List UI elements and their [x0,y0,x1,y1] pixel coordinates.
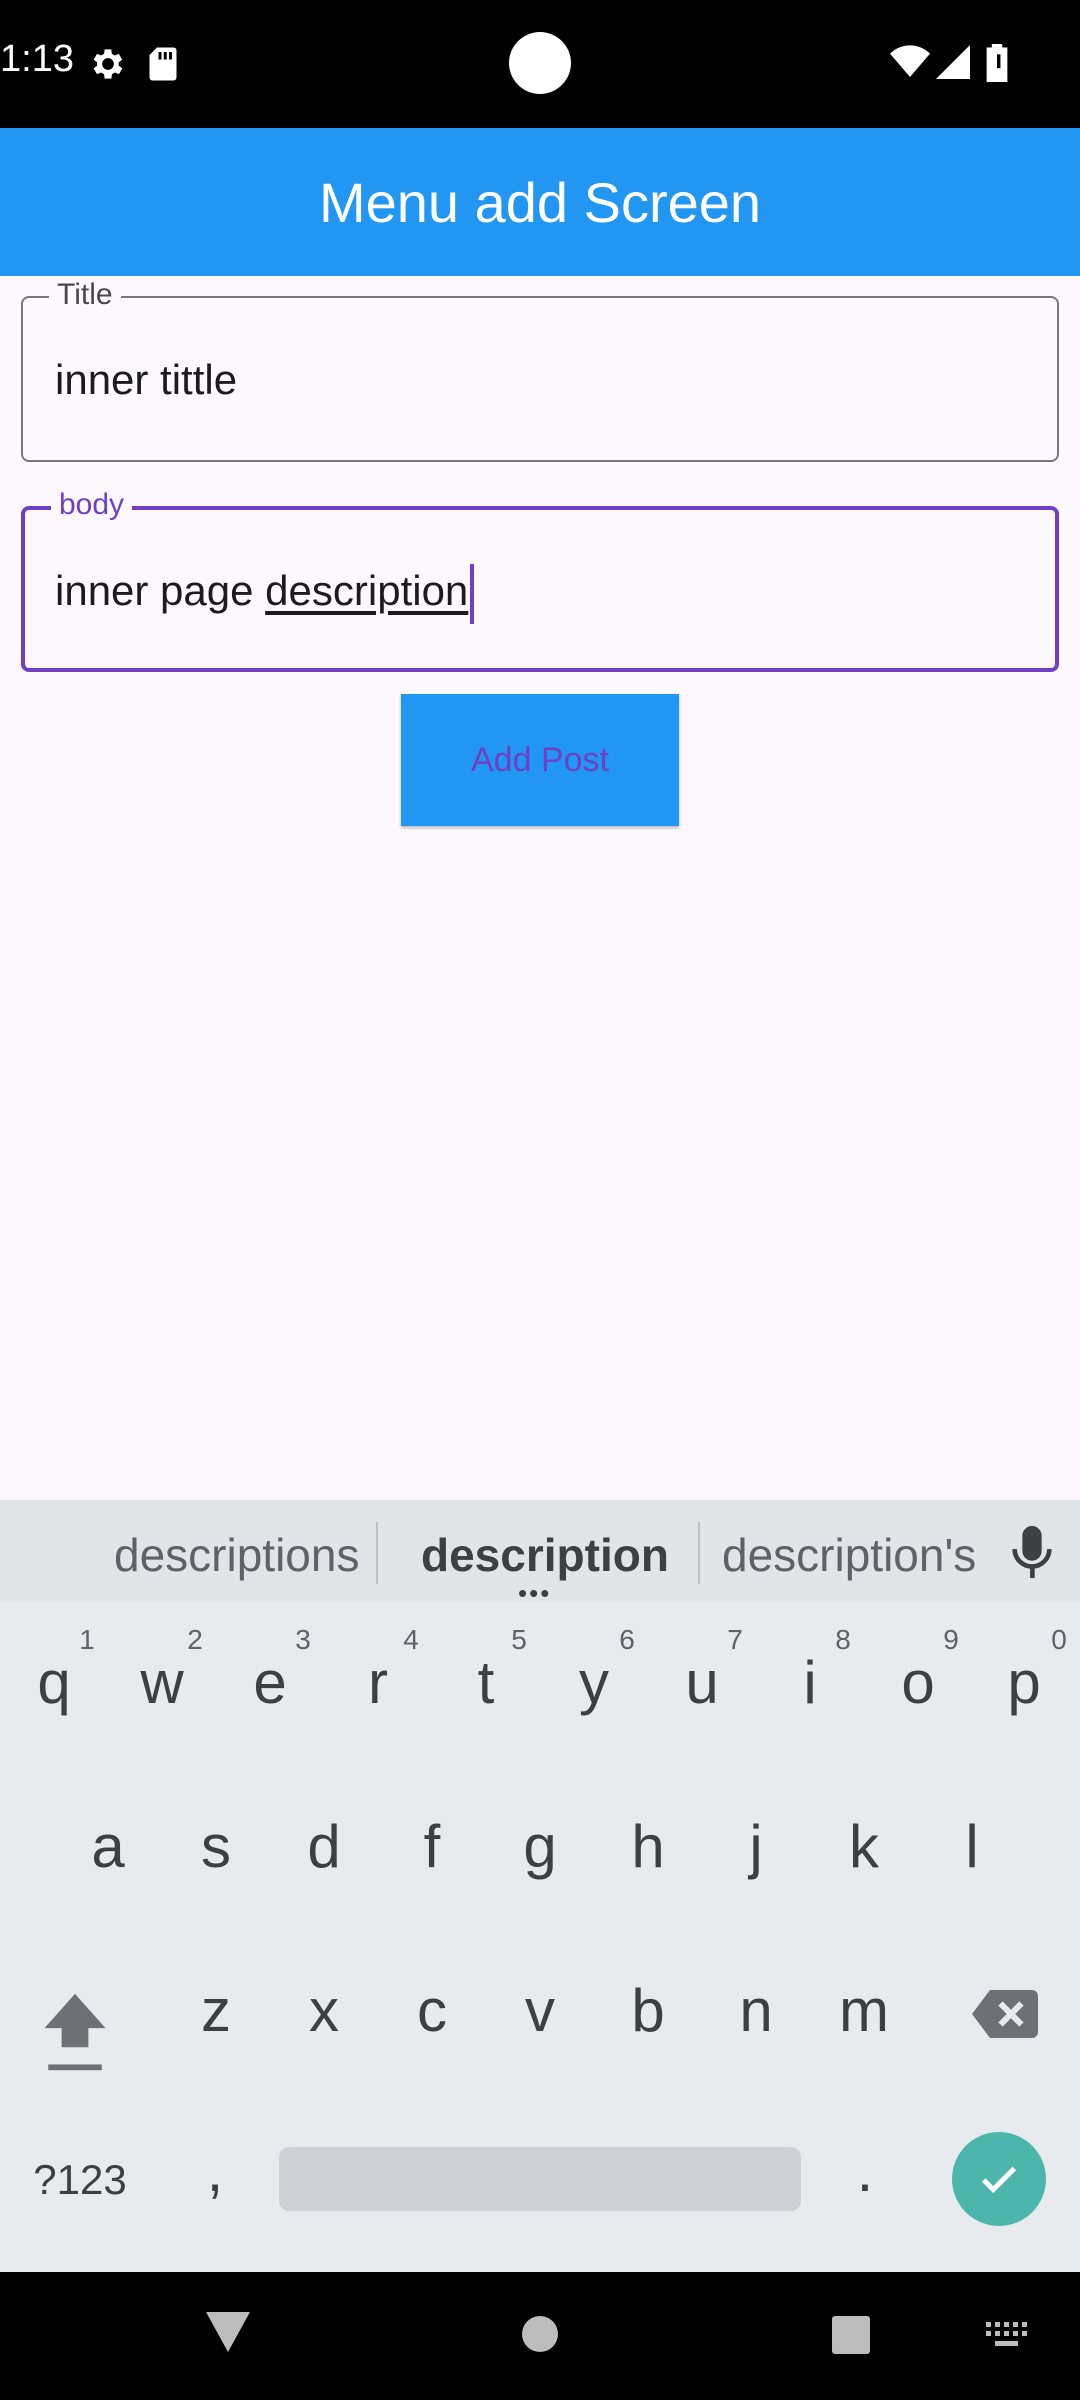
text-cursor [470,564,475,624]
camera-cutout [509,32,571,94]
key-w[interactable]: w [112,1648,212,1717]
comma-key[interactable]: , [170,2136,260,2205]
key-g[interactable]: g [490,1812,590,1881]
key-p[interactable]: p [974,1648,1074,1717]
key-f[interactable]: f [382,1812,482,1881]
backspace-icon[interactable] [972,1990,1038,2038]
key-e[interactable]: e [220,1648,320,1717]
keyboard-switch-icon[interactable] [986,2322,1028,2348]
more-suggestions-dots[interactable]: ••• [518,1580,551,1606]
key-a[interactable]: a [58,1812,158,1881]
key-y[interactable]: y [544,1648,644,1717]
settings-gear-icon [93,49,123,79]
symbols-key[interactable]: ?123 [20,2156,140,2204]
app-bar: Menu add Screen [0,128,1080,276]
key-l[interactable]: l [922,1812,1022,1881]
enter-button[interactable] [952,2132,1046,2226]
status-time: 1:13 [0,38,74,80]
title-field-label: Title [49,278,121,312]
suggestion-divider [376,1522,378,1584]
key-c[interactable]: c [382,1976,482,2045]
sd-card-icon [149,47,177,81]
body-field-composing-text: description [265,567,469,615]
navigation-bar [0,2272,1080,2400]
title-field-value: inner tittle [55,356,238,403]
key-b[interactable]: b [598,1976,698,2045]
key-u[interactable]: u [652,1648,752,1717]
suggestion-left[interactable]: descriptions [114,1528,359,1582]
wifi-icon [890,45,930,77]
key-q[interactable]: q [4,1648,104,1717]
cell-signal-icon [936,45,970,79]
key-x[interactable]: x [274,1976,374,2045]
key-k[interactable]: k [814,1812,914,1881]
body-field-label: body [51,488,133,522]
screen: 1:13 Menu add Screen Title inner tittle … [0,0,1080,2400]
key-i[interactable]: i [760,1648,860,1717]
key-d[interactable]: d [274,1812,374,1881]
suggestion-divider [698,1522,700,1584]
key-h[interactable]: h [598,1812,698,1881]
body-field-text: inner page [55,567,266,615]
body-field[interactable]: body inner page description [21,488,1059,672]
key-r[interactable]: r [328,1648,428,1717]
period-key[interactable]: . [820,2136,910,2205]
key-o[interactable]: o [868,1648,968,1717]
soft-keyboard: descriptions description ••• description… [0,1500,1080,2272]
page-title: Menu add Screen [318,170,762,234]
back-icon[interactable] [206,2312,250,2352]
key-m[interactable]: m [814,1976,914,2045]
title-field[interactable]: Title inner tittle [21,278,1059,462]
body-field-value: inner page description [55,564,475,624]
key-n[interactable]: n [706,1976,806,2045]
key-z[interactable]: z [166,1976,266,2045]
recents-icon[interactable] [832,2316,870,2354]
key-s[interactable]: s [166,1812,266,1881]
checkmark-icon [981,2166,1017,2194]
microphone-icon[interactable] [1012,1526,1052,1580]
shift-icon[interactable] [40,1990,110,2074]
home-icon[interactable] [522,2316,558,2352]
space-bar[interactable] [279,2147,801,2211]
suggestion-strip: descriptions description ••• description… [0,1500,1080,1606]
add-post-button[interactable]: Add Post [401,694,679,826]
battery-icon [986,44,1008,82]
status-bar: 1:13 [0,0,1080,128]
key-v[interactable]: v [490,1976,590,2045]
add-post-button-label: Add Post [471,740,609,779]
suggestion-right[interactable]: description's [722,1528,976,1582]
suggestion-center[interactable]: description [421,1528,669,1582]
key-t[interactable]: t [436,1648,536,1717]
key-j[interactable]: j [706,1812,806,1881]
